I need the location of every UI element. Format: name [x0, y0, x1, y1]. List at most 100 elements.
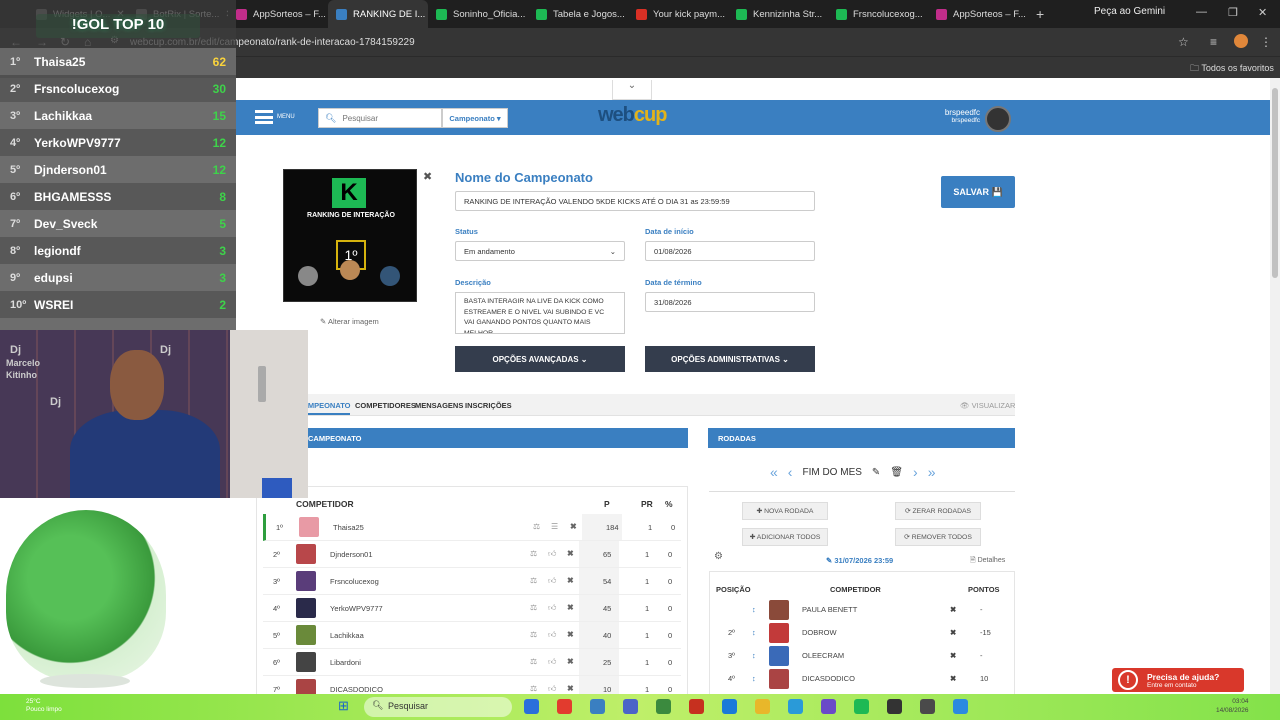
table-row[interactable]: 6º Libardoni ⚖ 👍︎ ✖ 25 1 0	[263, 649, 681, 676]
remove-round-competitor-icon[interactable]: ✖	[950, 605, 956, 614]
powerpoint-icon[interactable]	[689, 699, 704, 714]
browser-icon[interactable]	[722, 699, 737, 714]
thumbs-up-icon[interactable]: 👍︎	[548, 576, 556, 586]
remove-competitor-icon[interactable]: ✖	[567, 549, 574, 558]
close-window-icon[interactable]: ✕	[1258, 6, 1267, 19]
browser-tab[interactable]: Your kick paym...✕	[628, 0, 728, 28]
remove-image-icon[interactable]: ✖	[423, 170, 432, 183]
add-all-button[interactable]: ✚ ADICIONAR TODOS	[742, 528, 828, 546]
profile-avatar[interactable]	[1234, 34, 1248, 48]
remove-competitor-icon[interactable]: ✖	[567, 603, 574, 612]
round-date-link[interactable]: ✎ 31/07/2026 23:59	[826, 556, 893, 565]
balance-icon[interactable]: ⚖	[533, 522, 540, 531]
table-row[interactable]: 3º Frsncolucexog ⚖ 👍︎ ✖ 54 1 0	[263, 568, 681, 595]
taskbar-search[interactable]: Pesquisar	[364, 697, 512, 717]
edit-round-icon[interactable]: ✎	[872, 467, 880, 478]
browser-tab[interactable]: Tabela e Jogos...✕	[528, 0, 628, 28]
table-row[interactable]: 2º Djnderson01 ⚖ 👍︎ ✖ 65 1 0	[263, 541, 681, 568]
thumbs-up-icon[interactable]: 👍︎	[548, 684, 556, 694]
reorder-icon[interactable]: ↕	[752, 628, 756, 637]
reset-rounds-button[interactable]: ⟳ ZERAR RODADAS	[895, 502, 981, 520]
description-textarea[interactable]: BASTA INTERAGIR NA LIVE DA KICK COMO EST…	[455, 292, 625, 334]
user-avatar[interactable]	[985, 106, 1011, 132]
bookmark-star-icon[interactable]: ☆	[1178, 35, 1189, 49]
save-button[interactable]: SALVAR 💾	[941, 176, 1015, 208]
admin-options-button[interactable]: OPÇÕES ADMINISTRATIVAS ⌄	[645, 346, 815, 372]
chrome-icon[interactable]	[755, 699, 770, 714]
collapse-toggle[interactable]: ⌄	[612, 80, 652, 100]
user-info[interactable]: brspeedfc brspeedfc	[930, 108, 980, 124]
delete-round-icon[interactable]: 🗑︎	[890, 467, 903, 478]
round-row[interactable]: ↕ PAULA BENETT ✖ -	[710, 599, 1014, 621]
scrollbar-thumb[interactable]	[1272, 88, 1278, 278]
first-round-icon[interactable]: «	[770, 464, 778, 480]
table-row[interactable]: 1º Thaisa25 ⚖ ☰ ✖ 184 1 0	[263, 514, 681, 541]
remove-round-competitor-icon[interactable]: ✖	[950, 628, 956, 637]
maximize-icon[interactable]: ❐	[1228, 6, 1238, 19]
edge-icon[interactable]	[590, 699, 605, 714]
round-row[interactable]: 2º ↕ DOBROW ✖ -15	[710, 622, 1014, 644]
teams-icon[interactable]	[623, 699, 638, 714]
table-row[interactable]: 5º Lachikkaa ⚖ 👍︎ ✖ 40 1 0	[263, 622, 681, 649]
app-icon[interactable]	[821, 699, 836, 714]
media-icon[interactable]: ≡	[1210, 35, 1217, 49]
list-icon[interactable]: ☰	[551, 522, 558, 531]
browser-tab[interactable]: AppSorteos – F...✕	[228, 0, 328, 28]
taskbar-clock[interactable]: 03:04 14/08/2026	[1216, 697, 1249, 715]
all-bookmarks-link[interactable]: 🗀 Todos os favoritos	[1190, 61, 1274, 77]
tab-competidores[interactable]: COMPETIDORES	[355, 401, 416, 410]
minimize-icon[interactable]: —	[1196, 6, 1207, 18]
discord-icon[interactable]	[788, 699, 803, 714]
next-round-icon[interactable]: ›	[913, 464, 918, 480]
remove-competitor-icon[interactable]: ✖	[567, 630, 574, 639]
spotify-icon[interactable]	[854, 699, 869, 714]
thumbs-up-icon[interactable]: 👍︎	[548, 630, 556, 640]
remove-round-competitor-icon[interactable]: ✖	[950, 674, 956, 683]
browser-tab[interactable]: Kennizinha Str...✕	[728, 0, 828, 28]
balance-icon[interactable]: ⚖	[530, 576, 537, 585]
tab-mensagens[interactable]: MENSAGENS	[415, 401, 463, 410]
browser-tab[interactable]: Frsncolucexog...✕	[828, 0, 928, 28]
remove-competitor-icon[interactable]: ✖	[567, 684, 574, 693]
balance-icon[interactable]: ⚖	[530, 603, 537, 612]
new-tab-button[interactable]: +	[1028, 6, 1052, 22]
tool-icon[interactable]	[920, 699, 935, 714]
webcup-logo[interactable]: webcup	[598, 104, 667, 127]
browser-menu-icon[interactable]: ⋮	[1260, 35, 1272, 49]
tab-inscricoes[interactable]: INSCRIÇÕES	[465, 401, 512, 410]
whatsapp-icon[interactable]	[887, 699, 902, 714]
reorder-icon[interactable]: ↕	[752, 605, 756, 614]
browser-tab[interactable]: AppSorteos – F...✕	[928, 0, 1028, 28]
windows-start-icon[interactable]: ⊞	[338, 698, 349, 714]
status-select[interactable]: Em andamento ⌄	[455, 241, 625, 261]
visualizar-link[interactable]: 👁 VISUALIZAR	[960, 401, 1015, 410]
thumbs-up-icon[interactable]: 👍︎	[548, 549, 556, 559]
reorder-icon[interactable]: ↕	[752, 651, 756, 660]
prev-round-icon[interactable]: ‹	[788, 464, 793, 480]
gemini-button[interactable]: Peça ao Gemini	[1094, 6, 1165, 17]
end-date-input[interactable]: 31/08/2026	[645, 292, 815, 312]
remove-competitor-icon[interactable]: ✖	[567, 576, 574, 585]
gear-icon[interactable]: ⚙	[714, 551, 723, 562]
details-link[interactable]: 🗎 Detalhes	[970, 556, 1005, 567]
start-date-input[interactable]: 01/08/2026	[645, 241, 815, 261]
balance-icon[interactable]: ⚖	[530, 684, 537, 693]
new-round-button[interactable]: ✚ NOVA RODADA	[742, 502, 828, 520]
page-scrollbar[interactable]	[1270, 78, 1280, 694]
thumbs-up-icon[interactable]: 👍︎	[548, 603, 556, 613]
help-widget[interactable]: ! Precisa de ajuda? Entre em contato	[1112, 668, 1244, 692]
remove-round-competitor-icon[interactable]: ✖	[950, 651, 956, 660]
menu-button[interactable]: MENU	[255, 110, 295, 124]
balance-icon[interactable]: ⚖	[530, 549, 537, 558]
reorder-icon[interactable]: ↕	[752, 674, 756, 683]
outlook-icon[interactable]	[524, 699, 539, 714]
campeonato-dropdown[interactable]: Campeonato ▾	[442, 108, 508, 128]
championship-name-input[interactable]: RANKING DE INTERAÇÃO VALENDO 5KDE KICKS …	[455, 191, 815, 211]
last-round-icon[interactable]: »	[928, 464, 936, 480]
browser-tab[interactable]: Soninho_Oficia...✕	[428, 0, 528, 28]
balance-icon[interactable]: ⚖	[530, 630, 537, 639]
thumbs-up-icon[interactable]: 👍︎	[548, 657, 556, 667]
table-row[interactable]: 4º YerkoWPV9777 ⚖ 👍︎ ✖ 45 1 0	[263, 595, 681, 622]
advanced-options-button[interactable]: OPÇÕES AVANÇADAS ⌄	[455, 346, 625, 372]
store-icon[interactable]	[656, 699, 671, 714]
